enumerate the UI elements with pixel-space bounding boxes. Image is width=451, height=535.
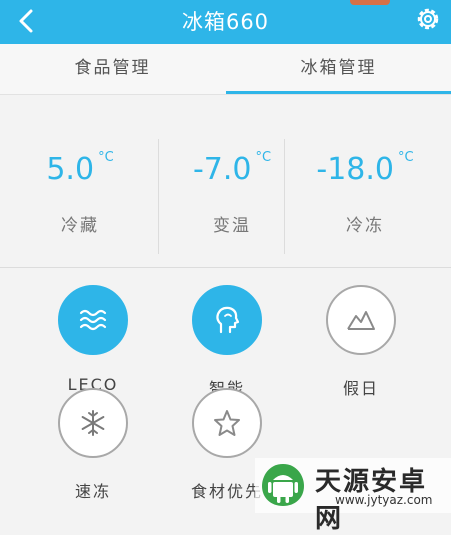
temp-freezer[interactable]: -18.0 °C 冷冻 [290,119,440,267]
gear-icon[interactable] [413,4,443,34]
tab-food-management[interactable]: 食品管理 [0,44,225,94]
tab-bar: 食品管理 冰箱管理 [0,44,451,95]
mode-food-priority-button[interactable] [192,388,262,458]
tab-fridge-management[interactable]: 冰箱管理 [226,44,451,94]
waves-icon [79,309,107,331]
mode-leco-button[interactable] [58,285,128,355]
temp-refrigerator[interactable]: 5.0 °C 冷藏 [5,119,155,267]
mode-leco[interactable]: LECO [33,285,153,395]
temp-label: 冷冻 [346,216,384,236]
mode-smart-button[interactable] [192,285,262,355]
mode-smart[interactable]: 智能 [167,285,287,398]
temp-unit: °C [398,150,414,165]
site-watermark: 天源安卓网 www.jytyaz.com [255,458,451,534]
star-icon [214,410,240,436]
mode-quick-freeze[interactable]: 速冻 [33,388,153,501]
temp-value: -18.0 °C [316,150,414,187]
app-header: 冰箱660 [0,0,451,44]
temp-unit: °C [255,150,272,165]
mode-label: 假日 [342,379,379,398]
snowflake-icon [81,410,105,436]
head-icon [216,306,240,334]
mountain-icon [347,311,375,330]
watermark-url: www.jytyaz.com [335,493,433,507]
mode-holiday-button[interactable] [326,285,396,355]
status-indicator [350,0,390,5]
temp-unit: °C [98,150,114,165]
mode-label: 速冻 [74,482,111,501]
mode-quick-freeze-button[interactable] [58,388,128,458]
divider [284,139,285,254]
temperature-panel: 5.0 °C 冷藏 -7.0 °C 变温 -18.0 °C 冷冻 [0,119,451,268]
page-title: 冰箱660 [181,10,270,34]
temp-label: 冷藏 [61,216,99,236]
temp-value: 5.0 °C [46,150,114,187]
mode-holiday[interactable]: 假日 [301,285,421,398]
android-logo-icon [262,464,304,506]
active-tab-indicator [226,91,451,94]
